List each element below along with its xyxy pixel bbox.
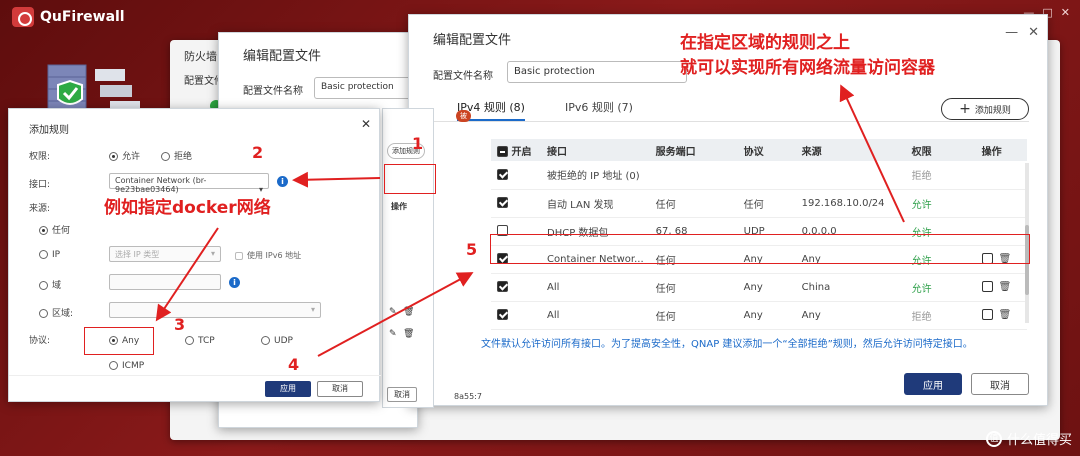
watermark-logo-icon: 值: [985, 430, 1002, 447]
step-5: 5: [466, 240, 478, 259]
step-2: 2: [252, 143, 264, 162]
arrow-to-text: [839, 84, 905, 223]
annotation-text-1: 在指定区域的规则之上: [680, 33, 850, 53]
arrow-to-protocol: [155, 227, 219, 322]
annotation-text-2: 就可以实现所有网络流量访问容器: [680, 58, 935, 78]
arrow-to-interface: [292, 171, 381, 188]
step-4: 4: [288, 355, 300, 374]
annotation-example: 例如指定docker网络: [104, 198, 271, 218]
step-1: 1: [412, 134, 424, 153]
site-watermark: 值 什么值得买: [985, 429, 1072, 448]
step-3: 3: [174, 315, 186, 334]
watermark-text: 什么值得买: [1006, 433, 1072, 448]
arrow-to-rule: [317, 272, 474, 357]
